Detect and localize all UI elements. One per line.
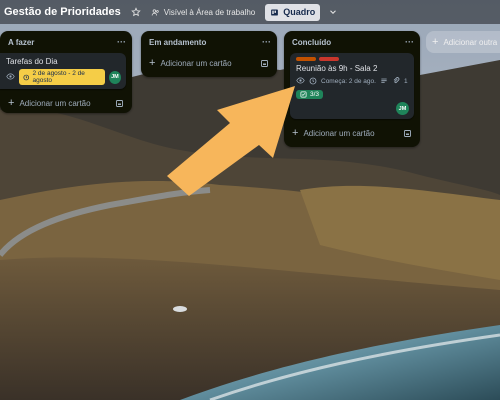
clock-icon — [23, 74, 30, 80]
plus-icon: + — [149, 56, 156, 69]
card-title: Tarefas do Dia — [6, 57, 58, 66]
start-date-text: Começa: 2 de ago. — [321, 78, 376, 85]
add-card-button[interactable]: + Adicionar um cartão — [149, 56, 232, 69]
checklist-count: 3/3 — [310, 91, 320, 98]
list-em-andamento: Em andamento ··· + Adicionar um cartão — [141, 31, 277, 77]
plus-icon: + — [432, 35, 439, 48]
list-title[interactable]: Em andamento — [149, 38, 206, 47]
chevron-down-icon[interactable] — [326, 5, 340, 19]
card-reuniao[interactable]: Reunião às 9h - Sala 2 Começa: 2 de ago.… — [290, 53, 414, 119]
template-icon[interactable] — [114, 98, 124, 108]
list-title[interactable]: Concluído — [292, 38, 331, 47]
add-list-label: Adicionar outra lista — [443, 37, 500, 47]
add-card-row: + Adicionar um cartão — [141, 53, 277, 73]
board-icon — [271, 9, 279, 15]
board-view-button[interactable]: Quadro — [265, 3, 321, 21]
avatar[interactable]: JM — [396, 102, 409, 115]
due-date-text: 2 de agosto - 2 de agosto — [32, 70, 85, 84]
eye-icon — [6, 72, 15, 83]
clock-icon — [309, 77, 317, 87]
attachment-count: 1 — [403, 78, 408, 85]
people-icon — [151, 8, 159, 16]
label-orange[interactable] — [296, 57, 316, 61]
view-label: Quadro — [283, 7, 316, 17]
card-labels[interactable] — [296, 57, 409, 61]
description-icon — [380, 77, 388, 87]
more-icon[interactable]: ··· — [262, 37, 271, 47]
add-card-label: Adicionar um cartão — [19, 98, 91, 108]
avatar[interactable]: JM — [108, 70, 121, 84]
list-title[interactable]: A fazer — [8, 38, 34, 47]
board-title[interactable]: Gestão de Prioridades — [4, 6, 121, 18]
list-a-fazer: A fazer ··· Tarefas do Dia 2 de agosto -… — [0, 31, 132, 113]
add-card-label: Adicionar um cartão — [303, 128, 375, 138]
board-header: Gestão de Prioridades Visível à Área de … — [0, 0, 500, 24]
more-icon[interactable]: ··· — [405, 37, 414, 47]
due-date-badge[interactable]: 2 de agosto - 2 de agosto — [19, 69, 105, 85]
visibility-button[interactable]: Visível à Área de trabalho — [151, 8, 255, 17]
add-card-label: Adicionar um cartão — [160, 58, 232, 68]
template-icon[interactable] — [259, 58, 269, 68]
card-title: Reunião às 9h - Sala 2 — [296, 64, 378, 73]
visibility-label: Visível à Área de trabalho — [163, 7, 256, 17]
plus-icon: + — [8, 96, 15, 109]
add-card-button[interactable]: + Adicionar um cartão — [8, 96, 91, 109]
more-icon[interactable]: ··· — [117, 37, 126, 47]
annotation-arrow-icon — [167, 86, 295, 196]
add-card-row: + Adicionar um cartão — [0, 93, 132, 113]
template-icon[interactable] — [402, 128, 412, 138]
add-list-button[interactable]: + Adicionar outra lista — [426, 31, 500, 53]
star-icon[interactable] — [129, 5, 143, 19]
attachment-icon — [392, 76, 400, 87]
label-red[interactable] — [319, 57, 339, 61]
card-tarefas-do-dia[interactable]: Tarefas do Dia 2 de agosto - 2 de agosto… — [0, 53, 126, 89]
